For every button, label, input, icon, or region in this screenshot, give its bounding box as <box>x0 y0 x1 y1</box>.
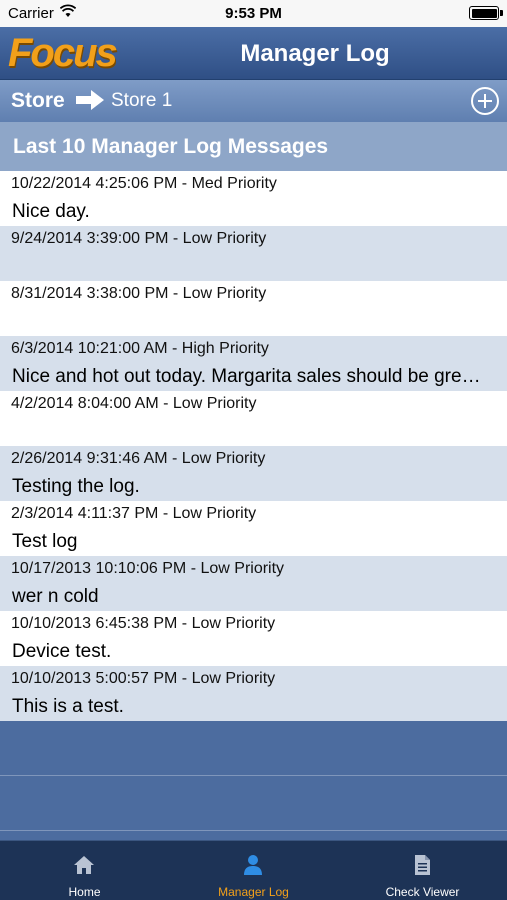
log-item[interactable]: 9/24/2014 3:39:00 PM - Low Priority <box>0 226 507 281</box>
row-separator <box>0 830 507 831</box>
tab-check-viewer[interactable]: Check Viewer <box>338 841 507 900</box>
section-title: Last 10 Manager Log Messages <box>13 135 329 158</box>
battery-icon <box>469 6 503 20</box>
log-text: Nice and hot out today. Margarita sales … <box>12 366 481 387</box>
log-meta: 10/17/2013 10:10:06 PM - Low Priority <box>11 560 285 577</box>
page-title: Manager Log <box>240 40 390 67</box>
empty-list-area <box>0 721 507 840</box>
log-text: Nice day. <box>12 201 90 222</box>
tab-label: Manager Log <box>218 885 289 899</box>
log-item[interactable]: 2/26/2014 9:31:46 AM - Low Priority Test… <box>0 446 507 501</box>
log-meta: 9/24/2014 3:39:00 PM - Low Priority <box>11 230 267 247</box>
log-item[interactable]: 8/31/2014 3:38:00 PM - Low Priority <box>0 281 507 336</box>
log-item[interactable]: 10/10/2013 5:00:57 PM - Low Priority Thi… <box>0 666 507 721</box>
log-text: wer n cold <box>12 586 99 607</box>
log-item[interactable]: 10/17/2013 10:10:06 PM - Low Priority we… <box>0 556 507 611</box>
store-selector[interactable]: Store Store 1 <box>0 80 507 122</box>
log-text: Testing the log. <box>12 476 140 497</box>
log-meta: 8/31/2014 3:38:00 PM - Low Priority <box>11 285 267 302</box>
log-meta: 2/26/2014 9:31:46 AM - Low Priority <box>11 450 266 467</box>
focus-logo: Focus <box>8 31 118 75</box>
clock: 9:53 PM <box>225 5 282 22</box>
section-header: Last 10 Manager Log Messages <box>0 122 507 171</box>
log-item[interactable]: 4/2/2014 8:04:00 AM - Low Priority <box>0 391 507 446</box>
log-item[interactable]: 10/10/2013 6:45:38 PM - Low Priority Dev… <box>0 611 507 666</box>
tab-label: Home <box>68 885 101 899</box>
log-list: 10/22/2014 4:25:06 PM - Med Priority Nic… <box>0 171 507 721</box>
log-item[interactable]: 10/22/2014 4:25:06 PM - Med Priority Nic… <box>0 171 507 226</box>
row-separator <box>0 775 507 776</box>
log-meta: 2/3/2014 4:11:37 PM - Low Priority <box>11 505 257 522</box>
log-meta: 10/10/2013 6:45:38 PM - Low Priority <box>11 615 276 632</box>
log-text: This is a test. <box>12 696 124 717</box>
log-item[interactable]: 6/3/2014 10:21:00 AM - High Priority Nic… <box>0 336 507 391</box>
log-meta: 10/10/2013 5:00:57 PM - Low Priority <box>11 670 276 687</box>
status-bar: Carrier 9:53 PM <box>0 0 507 27</box>
tab-bar: Home Manager Log Check Viewer <box>0 840 507 900</box>
add-log-button[interactable] <box>471 87 499 115</box>
log-meta: 4/2/2014 8:04:00 AM - Low Priority <box>11 395 257 412</box>
tab-manager-log[interactable]: Manager Log <box>169 841 338 900</box>
tab-label: Check Viewer <box>385 885 460 899</box>
person-icon <box>244 855 262 875</box>
log-text: Device test. <box>12 641 112 662</box>
log-meta: 10/22/2014 4:25:06 PM - Med Priority <box>11 175 277 192</box>
log-text: Test log <box>12 531 78 552</box>
document-icon <box>415 855 430 875</box>
store-label: Store <box>11 89 65 112</box>
log-item[interactable]: 2/3/2014 4:11:37 PM - Low Priority Test … <box>0 501 507 556</box>
store-value: Store 1 <box>111 90 173 111</box>
nav-bar: Focus Manager Log <box>0 27 507 80</box>
home-icon <box>74 856 94 874</box>
arrow-right-icon <box>76 90 104 110</box>
tab-home[interactable]: Home <box>0 841 169 900</box>
log-meta: 6/3/2014 10:21:00 AM - High Priority <box>11 340 269 357</box>
